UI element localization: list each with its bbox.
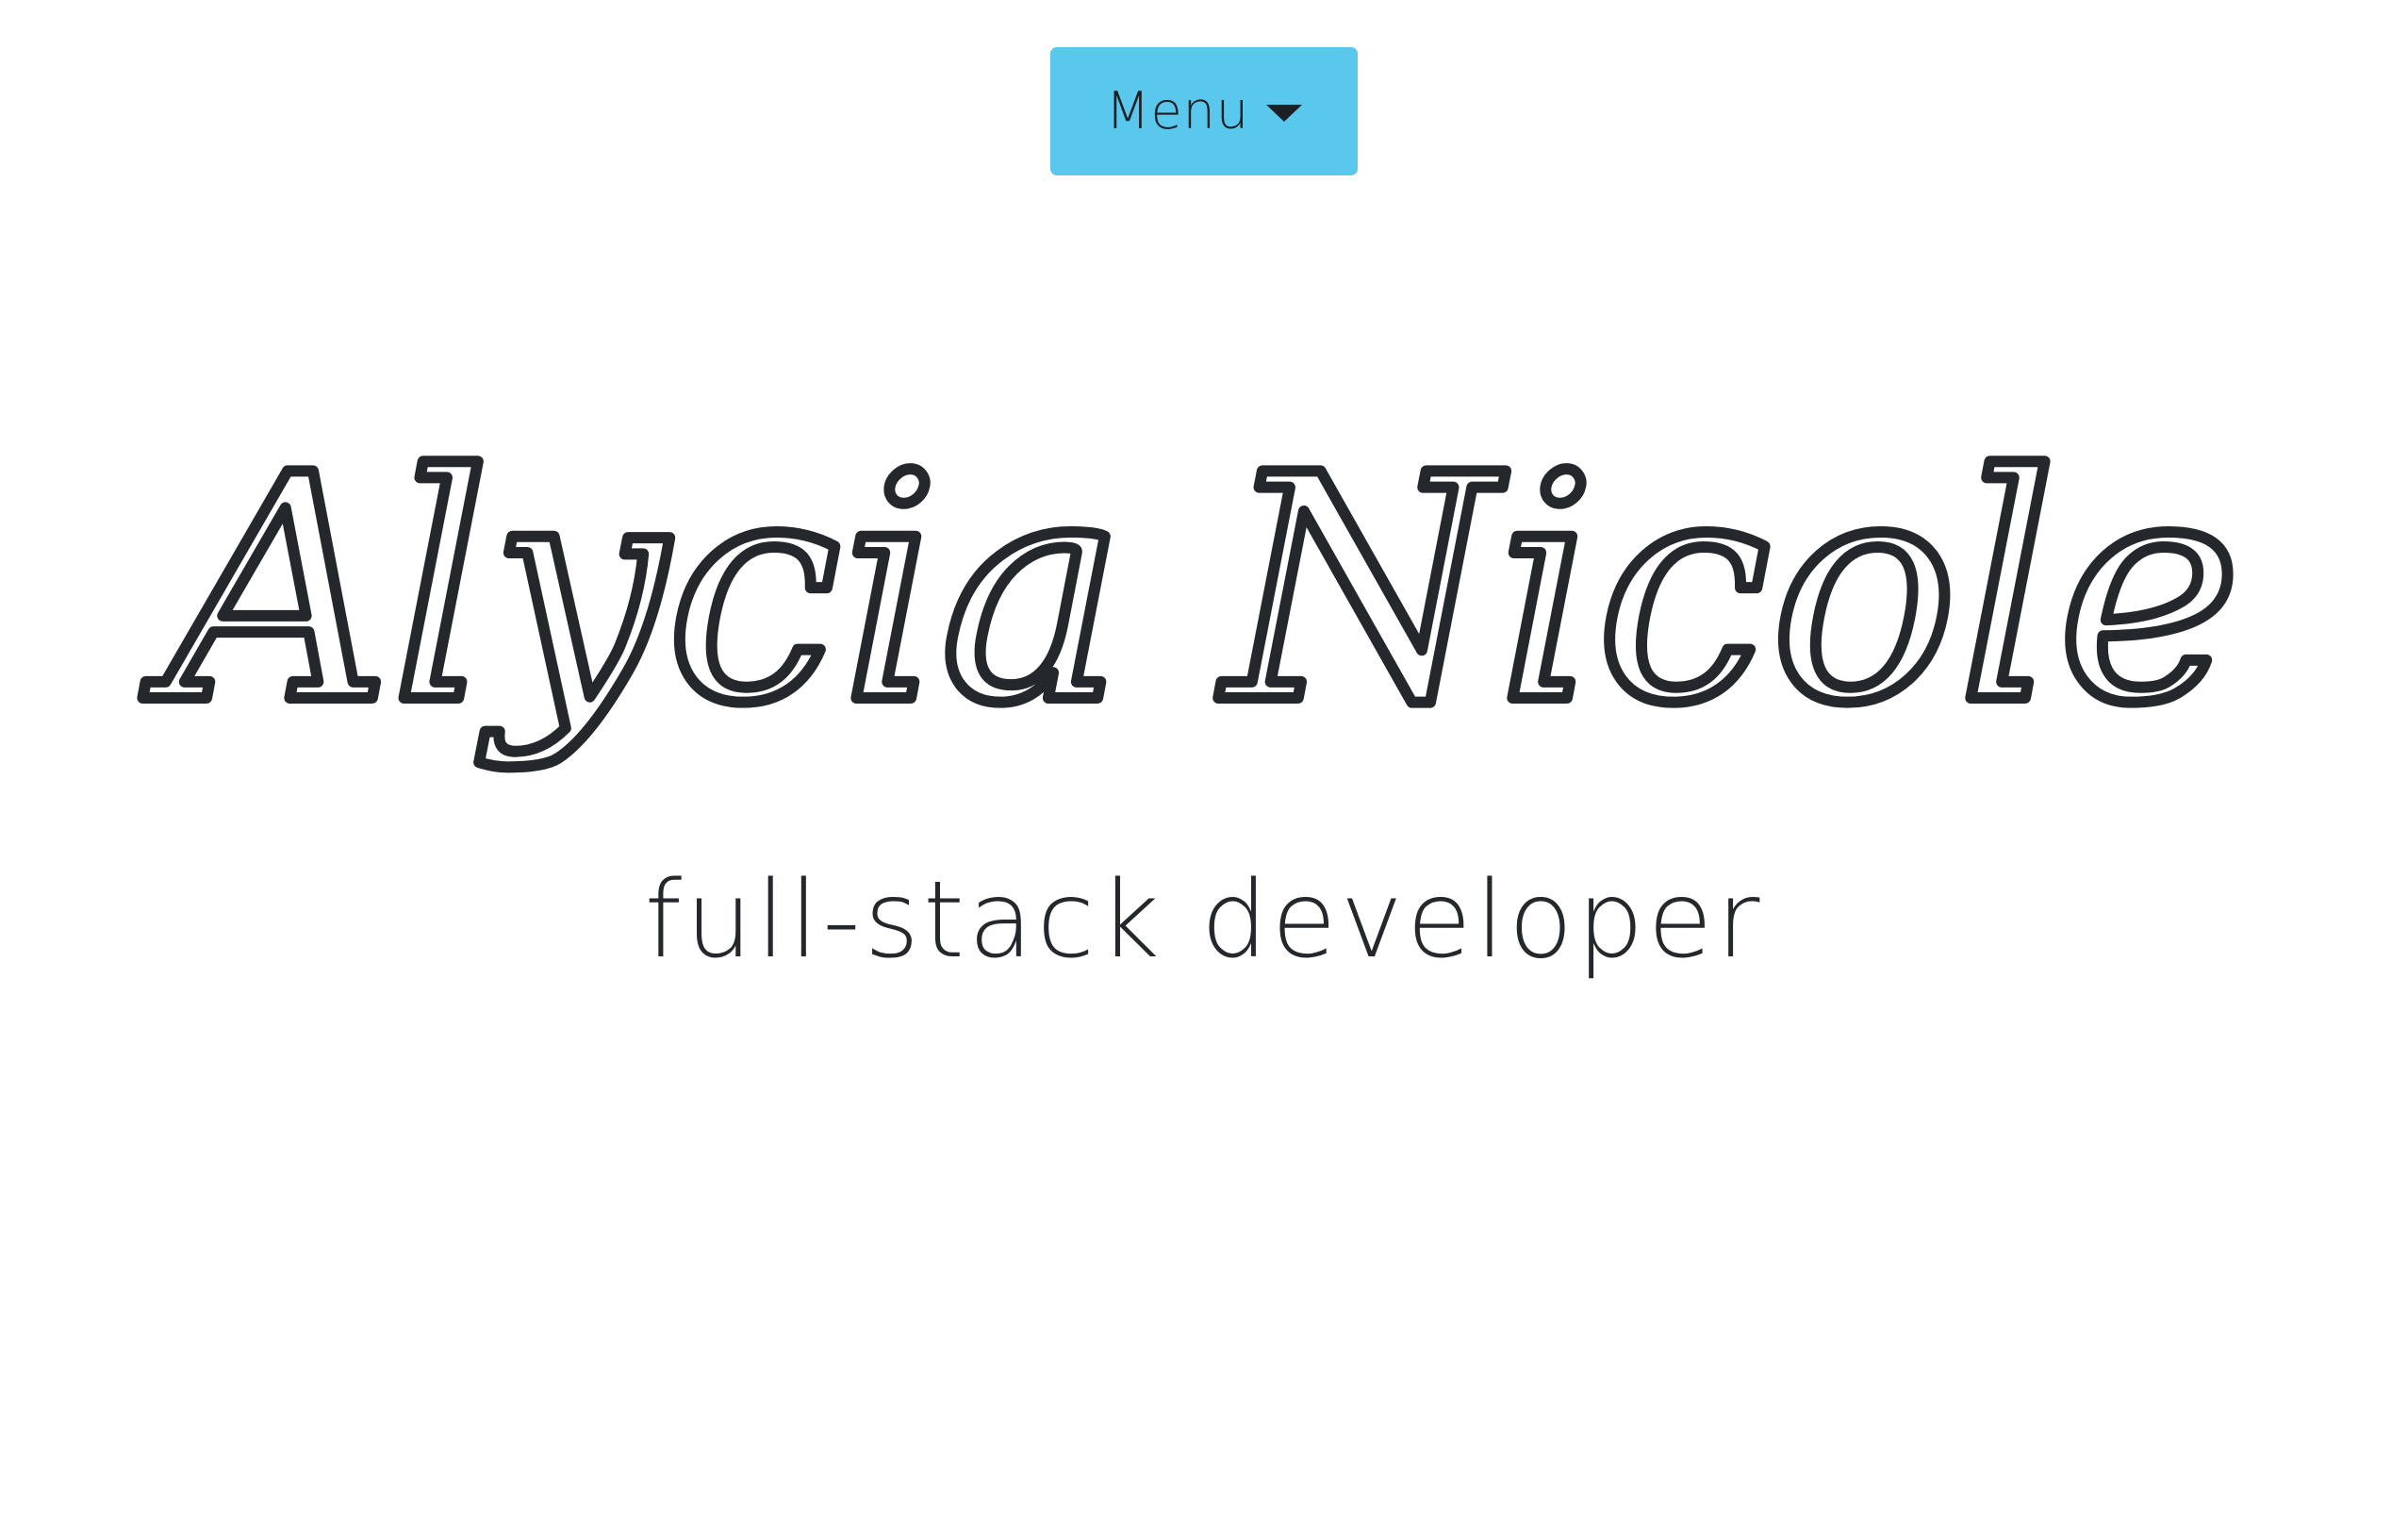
- hero-name-text: Alycia Nicole: [142, 409, 2242, 771]
- caret-down-icon: [1266, 105, 1303, 122]
- hero-tagline: full-stack developer: [644, 859, 1764, 982]
- menu-label: Menu: [1105, 81, 1250, 141]
- hero-name: Alycia Nicole: [0, 396, 2408, 887]
- menu-button[interactable]: Menu: [1050, 47, 1358, 175]
- hero-name-graphic: Alycia Nicole: [137, 404, 2248, 777]
- page: Menu Alycia Nicole full-stack developer: [0, 0, 2408, 1526]
